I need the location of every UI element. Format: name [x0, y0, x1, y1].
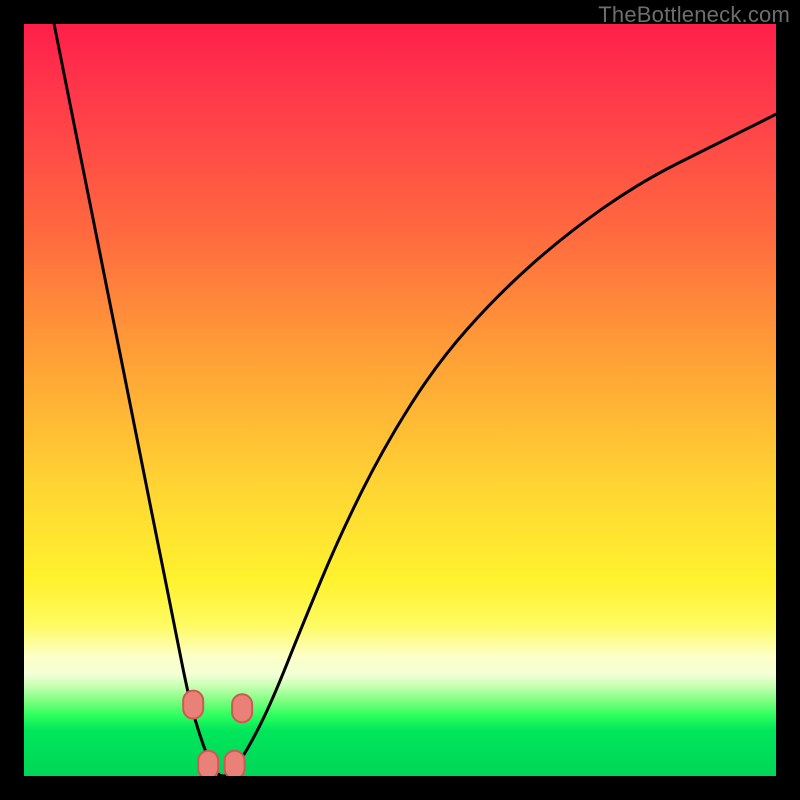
trough-marker-right-upper [232, 694, 252, 722]
trough-marker-left-upper [183, 691, 203, 719]
bottleneck-curve [54, 24, 776, 776]
chart-frame: TheBottleneck.com [0, 0, 800, 800]
trough-marker-right-lower [225, 751, 245, 776]
trough-markers [183, 691, 252, 776]
trough-marker-left-lower [198, 751, 218, 776]
plot-area [24, 24, 776, 776]
curve-layer [24, 24, 776, 776]
